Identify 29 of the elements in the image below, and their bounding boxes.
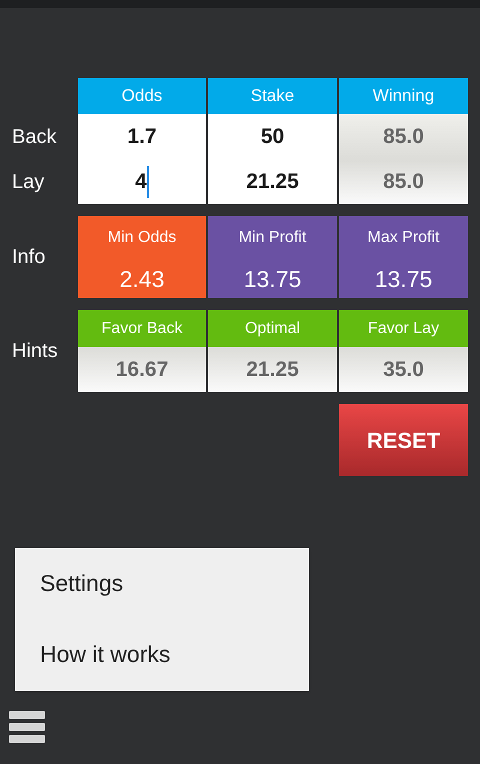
tile-value: 13.75 [244,265,302,294]
hint-header: Optimal [208,310,337,347]
hint-value[interactable]: 35.0 [339,347,468,392]
hint-value[interactable]: 21.25 [208,347,337,392]
number-field[interactable]: 21.25 [208,160,337,204]
tile-title: Min Profit [238,228,306,248]
result-cell: 85.0 [339,114,468,160]
row-label: Back [12,125,56,150]
row-label: Hints [12,339,58,364]
menu-item[interactable]: How it works [15,619,309,690]
tile-title: Min Odds [108,228,176,248]
column-header: Stake [208,78,337,114]
menu-item[interactable]: Settings [15,548,309,619]
tile-value: 13.75 [374,265,432,294]
reset-button[interactable]: RESET [339,404,468,476]
column-header: Winning [339,78,468,114]
number-field[interactable]: 4 [78,160,206,204]
tile-title: Max Profit [367,228,440,248]
row-label: Lay [12,170,44,195]
hint-header: Favor Lay [339,310,468,347]
hint-value[interactable]: 16.67 [78,347,206,392]
column-header: Odds [78,78,206,114]
hint-header: Favor Back [78,310,206,347]
tile-value: 2.43 [120,265,164,294]
row-label: Info [12,245,46,270]
number-field[interactable]: 50 [208,114,337,160]
menu-icon[interactable] [9,711,45,743]
number-field[interactable]: 1.7 [78,114,206,160]
result-cell: 85.0 [339,160,468,204]
